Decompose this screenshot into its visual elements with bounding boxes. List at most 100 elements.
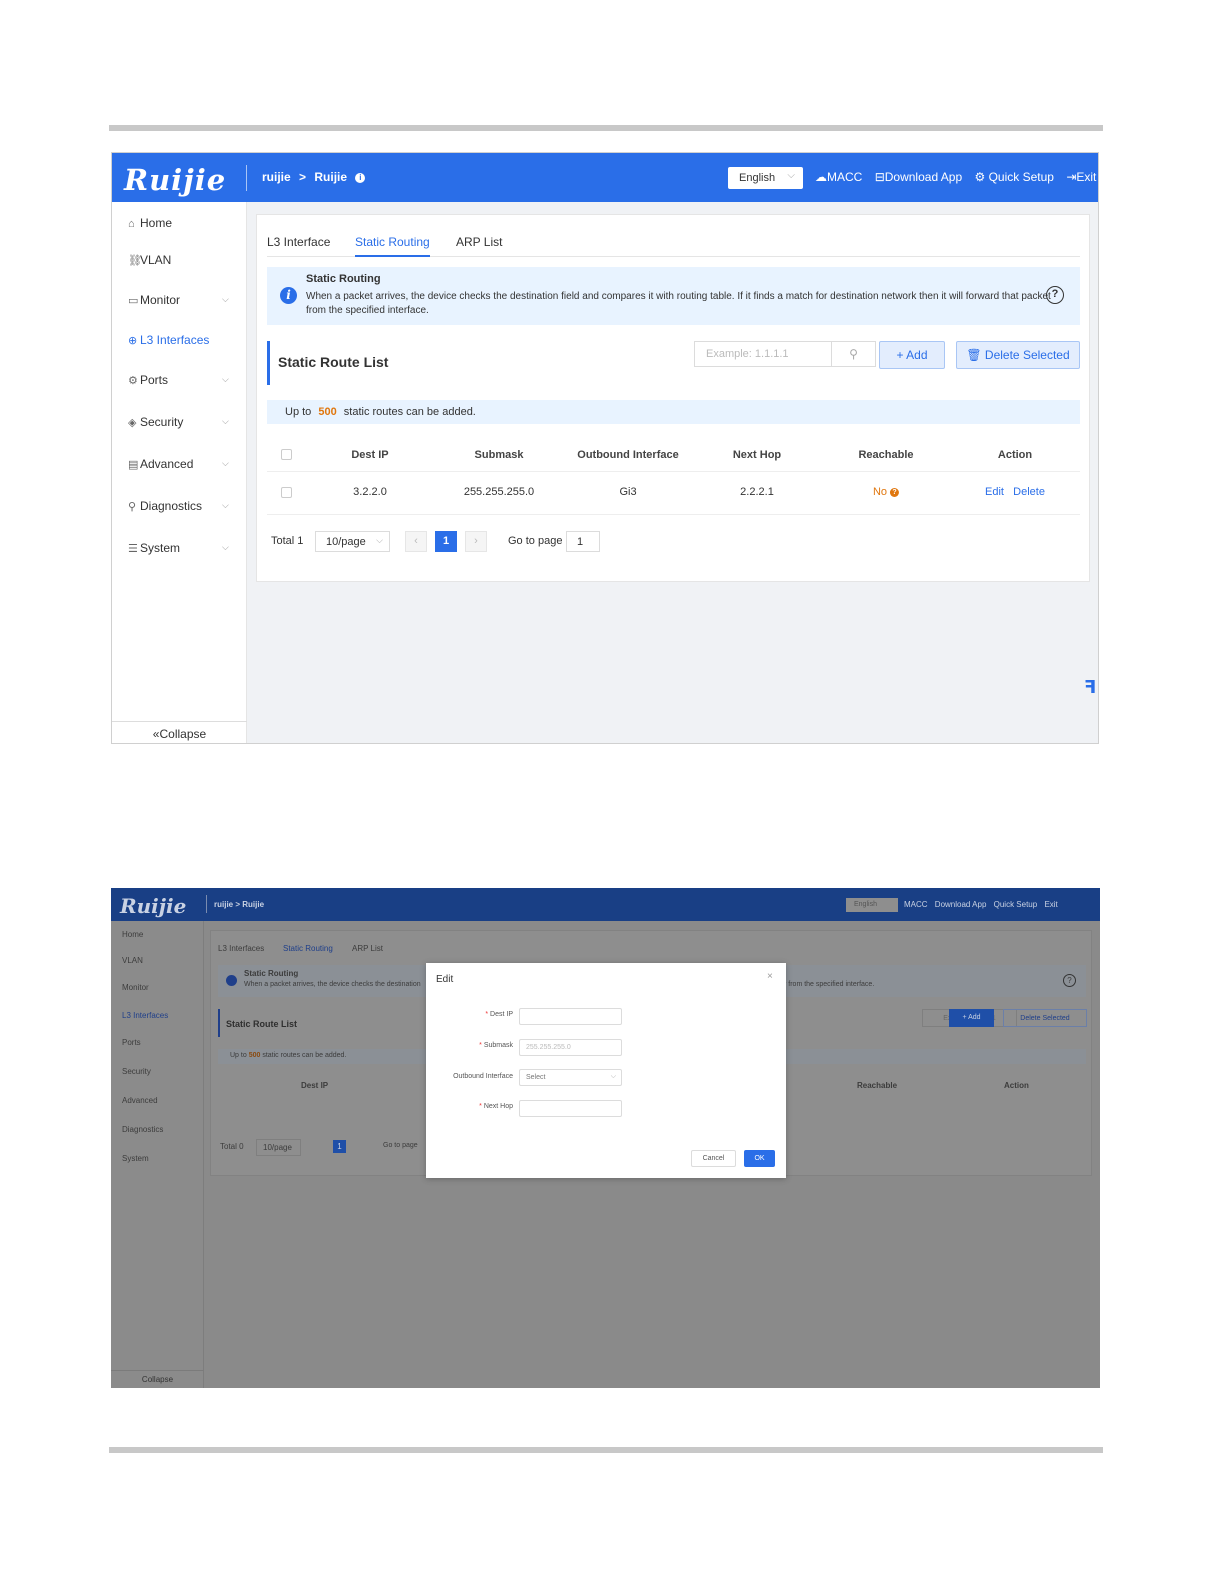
page-1-button[interactable]: 1 bbox=[435, 531, 457, 552]
header-links: ☁MACC ⊟Download App ⚙ Quick Setup ⇥Exit bbox=[815, 170, 1096, 184]
sidebar-item-label: Home bbox=[140, 216, 173, 230]
cancel-button[interactable]: Cancel bbox=[691, 1150, 736, 1167]
submask-input[interactable]: 255.255.255.0 bbox=[519, 1039, 622, 1056]
page-size-select[interactable]: 10/page ⌵ bbox=[315, 531, 390, 552]
required-marker: * bbox=[479, 1103, 482, 1110]
static-route-list-title: Static Route List bbox=[218, 1009, 297, 1037]
chevron-down-icon: ⌵ bbox=[610, 1073, 616, 1080]
chevron-down-icon: ⌵ bbox=[222, 458, 229, 468]
outbound-interface-select[interactable]: Select ⌵ bbox=[519, 1069, 622, 1086]
sidebar-item-security[interactable]: ◈ Security bbox=[128, 415, 183, 429]
breadcrumb: ruijie > Ruijie bbox=[214, 900, 264, 909]
sidebar-item-monitor[interactable]: ▭ Monitor bbox=[128, 293, 180, 307]
tab-static-routing[interactable]: Static Routing bbox=[355, 235, 430, 257]
select-all-checkbox[interactable] bbox=[281, 449, 292, 460]
exit-link[interactable]: ⇥Exit bbox=[1066, 170, 1096, 184]
tab-bar: L3 Interface Static Routing ARP List bbox=[267, 235, 1080, 257]
setup-icon: ⚙ bbox=[974, 170, 986, 184]
page-1-button: 1 bbox=[333, 1140, 346, 1153]
sidebar-item-ports[interactable]: ⚙ Ports bbox=[128, 373, 168, 387]
question-icon[interactable]: ? bbox=[890, 487, 900, 497]
edit-route-dialog: Edit × * Dest IP * Submask 255.255.255.0 O… bbox=[426, 963, 786, 1178]
sidebar-item-home: Home bbox=[122, 930, 144, 939]
search-placeholder: Example: 1.1.1.1 bbox=[706, 348, 789, 360]
delete-selected-button[interactable]: 🗑 Delete Selected bbox=[956, 341, 1080, 369]
download-app-link[interactable]: ⊟Download App bbox=[875, 170, 962, 184]
sidebar-item-label: Advanced bbox=[140, 457, 194, 471]
ok-button[interactable]: OK bbox=[744, 1150, 775, 1167]
sidebar-dimmed: Home VLAN Monitor L3 Interfaces Ports Se… bbox=[111, 921, 204, 1388]
column-header-outbound-interface: Outbound Interface bbox=[577, 449, 679, 461]
language-select: English bbox=[846, 898, 898, 912]
header-separator bbox=[246, 165, 247, 191]
add-button[interactable]: + Add bbox=[879, 341, 945, 369]
breadcrumb-separator: > bbox=[299, 170, 307, 184]
sidebar-item-label: L3 Interfaces bbox=[140, 333, 210, 347]
next-hop-input[interactable] bbox=[519, 1100, 622, 1117]
macc-label: MACC bbox=[827, 170, 863, 184]
sidebar-item-label: VLAN bbox=[140, 253, 172, 267]
info-icon[interactable]: i bbox=[355, 172, 366, 183]
globe-icon: ⊕ bbox=[128, 335, 138, 347]
chevron-down-icon: ⌵ bbox=[222, 416, 229, 426]
top-divider bbox=[109, 125, 1103, 131]
download-app-label: Download App bbox=[884, 170, 963, 184]
sidebar: ⌂ Home ⛓VLAN ▭ Monitor ⌵ ⊕ L3 Interfaces ⚙ P… bbox=[112, 202, 247, 743]
add-button: + Add bbox=[949, 1009, 994, 1027]
column-header-dest-ip: Dest IP bbox=[301, 1081, 329, 1090]
sidebar-item-vlan[interactable]: ⛓VLAN bbox=[128, 253, 171, 267]
required-marker: * bbox=[485, 1011, 489, 1018]
required-marker: * bbox=[479, 1042, 482, 1049]
route-limit-notice: Up to 500 static routes can be added. bbox=[267, 400, 1080, 424]
breadcrumb-root: ruijie bbox=[214, 900, 234, 909]
diagnostics-icon: ⚲ bbox=[128, 501, 137, 513]
cell-actions: Edit Delete bbox=[985, 486, 1045, 498]
search-input[interactable]: Example: 1.1.1.1 ⚲ bbox=[694, 341, 876, 367]
tab-l3-interface[interactable]: L3 Interface bbox=[267, 235, 330, 255]
sidebar-item-label: Diagnostics bbox=[140, 499, 203, 513]
breadcrumb-current: Ruijie bbox=[314, 170, 348, 184]
sidebar-item-system: System bbox=[122, 1154, 149, 1163]
sidebar-item-advanced[interactable]: ▤ Advanced bbox=[128, 457, 193, 471]
next-page-button[interactable]: › bbox=[465, 531, 487, 552]
notice-prefix: Up to bbox=[285, 406, 312, 418]
column-header-submask: Submask bbox=[474, 449, 524, 461]
sidebar-item-home[interactable]: ⌂ Home bbox=[128, 216, 172, 230]
breadcrumb-current: Ruijie bbox=[242, 900, 265, 909]
search-icon[interactable]: ⚲ bbox=[831, 342, 875, 366]
trash-icon: 🗑 bbox=[966, 348, 982, 362]
shield-icon: ◈ bbox=[128, 417, 137, 429]
alert-title: Static Routing bbox=[306, 273, 381, 285]
info-icon bbox=[226, 975, 237, 986]
collapse-button[interactable]: «Collapse bbox=[112, 721, 247, 743]
cell-dest-ip: 3.2.2.0 bbox=[353, 486, 387, 498]
prev-page-button[interactable]: ‹ bbox=[405, 531, 427, 552]
help-icon[interactable]: ? bbox=[1046, 286, 1064, 304]
dest-ip-input[interactable] bbox=[519, 1008, 622, 1025]
monitor-icon: ▭ bbox=[128, 295, 139, 307]
sidebar-item-label: Ports bbox=[140, 373, 169, 387]
goto-page-input[interactable]: 1 bbox=[566, 531, 600, 552]
tab-arp-list[interactable]: ARP List bbox=[456, 235, 502, 255]
close-icon[interactable]: × bbox=[767, 971, 773, 982]
macc-link[interactable]: ☁MACC bbox=[815, 170, 862, 184]
language-select[interactable]: English ⌵ bbox=[728, 167, 803, 189]
breadcrumb-root[interactable]: ruijie bbox=[262, 170, 291, 184]
column-header-action: Action bbox=[997, 449, 1033, 461]
static-route-list-title: Static Route List bbox=[267, 341, 388, 385]
delete-link[interactable]: Delete bbox=[1013, 486, 1045, 498]
alert-text: When a packet arrives, the device checks… bbox=[306, 291, 1051, 316]
header-separator bbox=[206, 895, 207, 913]
sidebar-item-system[interactable]: ☰ System bbox=[128, 541, 180, 555]
sidebar-item-l3-interfaces[interactable]: ⊕ L3 Interfaces bbox=[128, 333, 209, 347]
vlan-icon: ⛓ bbox=[128, 255, 142, 267]
quick-setup-link[interactable]: ⚙ Quick Setup bbox=[974, 170, 1053, 184]
assistant-float-icon[interactable]: ꟻ bbox=[1084, 677, 1096, 698]
row-checkbox[interactable] bbox=[281, 487, 292, 498]
header-divider bbox=[267, 471, 1080, 472]
edit-link[interactable]: Edit bbox=[985, 486, 1004, 498]
next-hop-label: * Next Hop bbox=[428, 1103, 513, 1110]
sidebar-item-diagnostics[interactable]: ⚲ Diagnostics bbox=[128, 499, 202, 513]
top-header-dimmed: Ruijie ruijie > Ruijie English MACC Down… bbox=[111, 888, 1100, 921]
sidebar-item-label: System bbox=[140, 541, 181, 555]
